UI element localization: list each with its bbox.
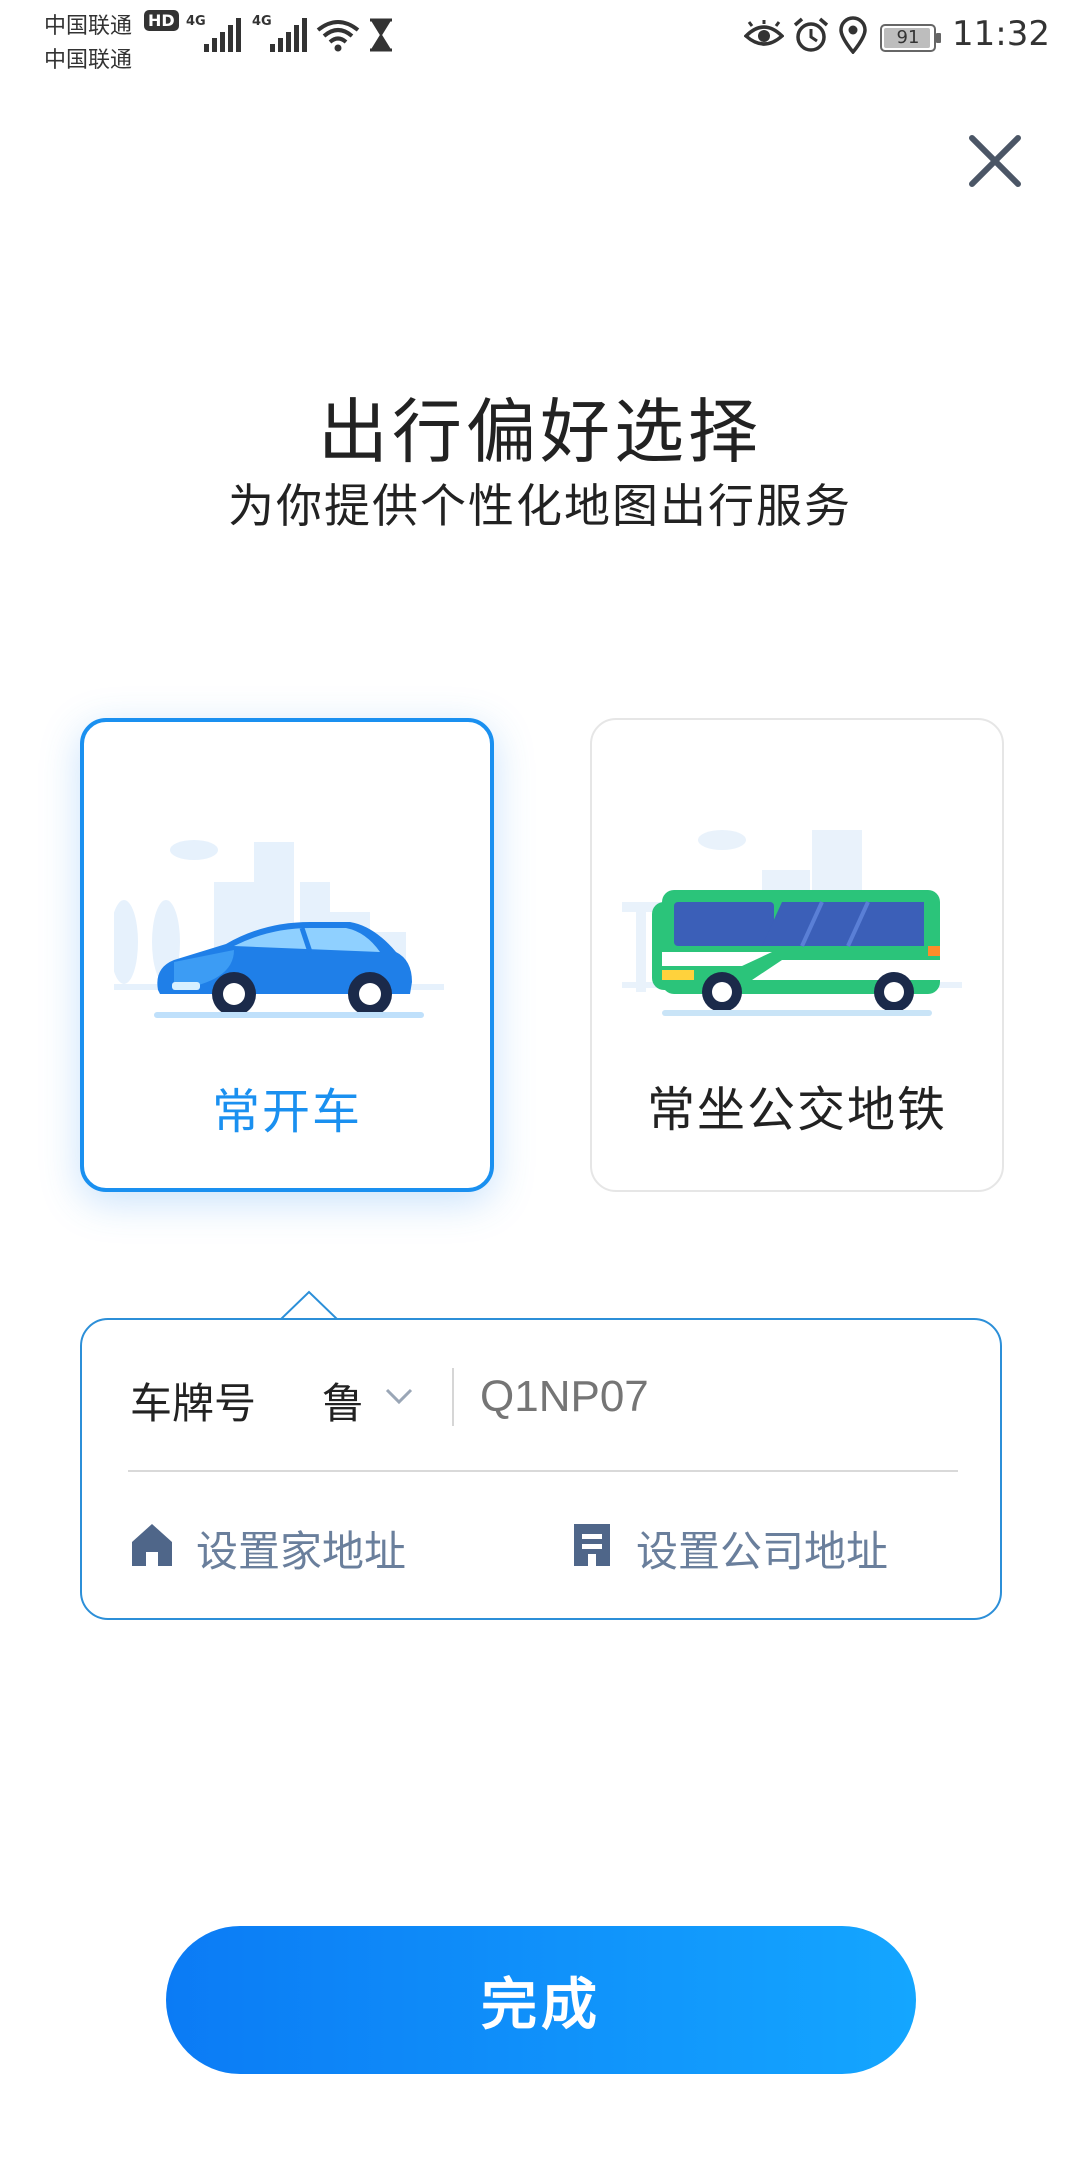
travel-preference-screen: 中国联通 HD 中国联通 4G 4G 91 11:32 出行偏好选择 为你提供个… <box>0 0 1080 2160</box>
chevron-down-icon <box>385 1388 413 1405</box>
carrier-1: 中国联通 <box>44 14 133 39</box>
set-company-address-button[interactable]: 设置公司地址 <box>570 1512 970 1584</box>
set-home-address-button[interactable]: 设置家地址 <box>130 1512 490 1584</box>
network-type-1: 4G <box>186 14 206 29</box>
hourglass-icon <box>370 18 392 52</box>
network-type-2: 4G <box>252 14 272 29</box>
company-icon <box>574 1524 610 1566</box>
location-icon <box>839 16 867 54</box>
panel-pointer <box>280 1290 338 1320</box>
battery-level: 91 <box>896 27 920 48</box>
option-card-transit[interactable]: 常坐公交地铁 <box>590 718 1004 1192</box>
car-illustration <box>114 840 444 1018</box>
status-time: 11:32 <box>952 14 1050 54</box>
company-address-label: 设置公司地址 <box>636 1527 889 1576</box>
carrier-2: 中国联通 <box>44 48 133 73</box>
vehicle-info-panel: 车牌号 鲁 设置家地址 设置公司地址 <box>80 1318 1002 1620</box>
province-select[interactable]: 鲁 <box>322 1364 432 1428</box>
status-bar: 中国联通 HD 中国联通 4G 4G 91 11:32 <box>0 0 1080 80</box>
close-icon[interactable] <box>962 128 1028 194</box>
option-card-drive[interactable]: 常开车 <box>80 718 494 1192</box>
bus-illustration <box>622 830 962 1016</box>
province-value: 鲁 <box>322 1379 365 1428</box>
page-title: 出行偏好选择 <box>318 391 762 473</box>
wifi-icon <box>316 20 360 52</box>
plate-label: 车牌号 <box>130 1379 257 1428</box>
page-subtitle: 为你提供个性化地图出行服务 <box>228 479 852 533</box>
home-icon <box>132 1524 172 1566</box>
form-divider <box>128 1470 958 1472</box>
option-label-transit: 常坐公交地铁 <box>646 1082 947 1138</box>
plate-number-input[interactable] <box>480 1360 960 1434</box>
hd-badge: HD <box>144 10 179 31</box>
option-label-drive: 常开车 <box>211 1084 362 1140</box>
eye-icon <box>744 20 784 46</box>
done-button[interactable]: 完成 <box>166 1926 916 2074</box>
field-separator <box>452 1368 454 1426</box>
home-address-label: 设置家地址 <box>196 1527 407 1576</box>
alarm-icon <box>793 17 829 52</box>
battery-icon: 91 <box>880 24 941 52</box>
